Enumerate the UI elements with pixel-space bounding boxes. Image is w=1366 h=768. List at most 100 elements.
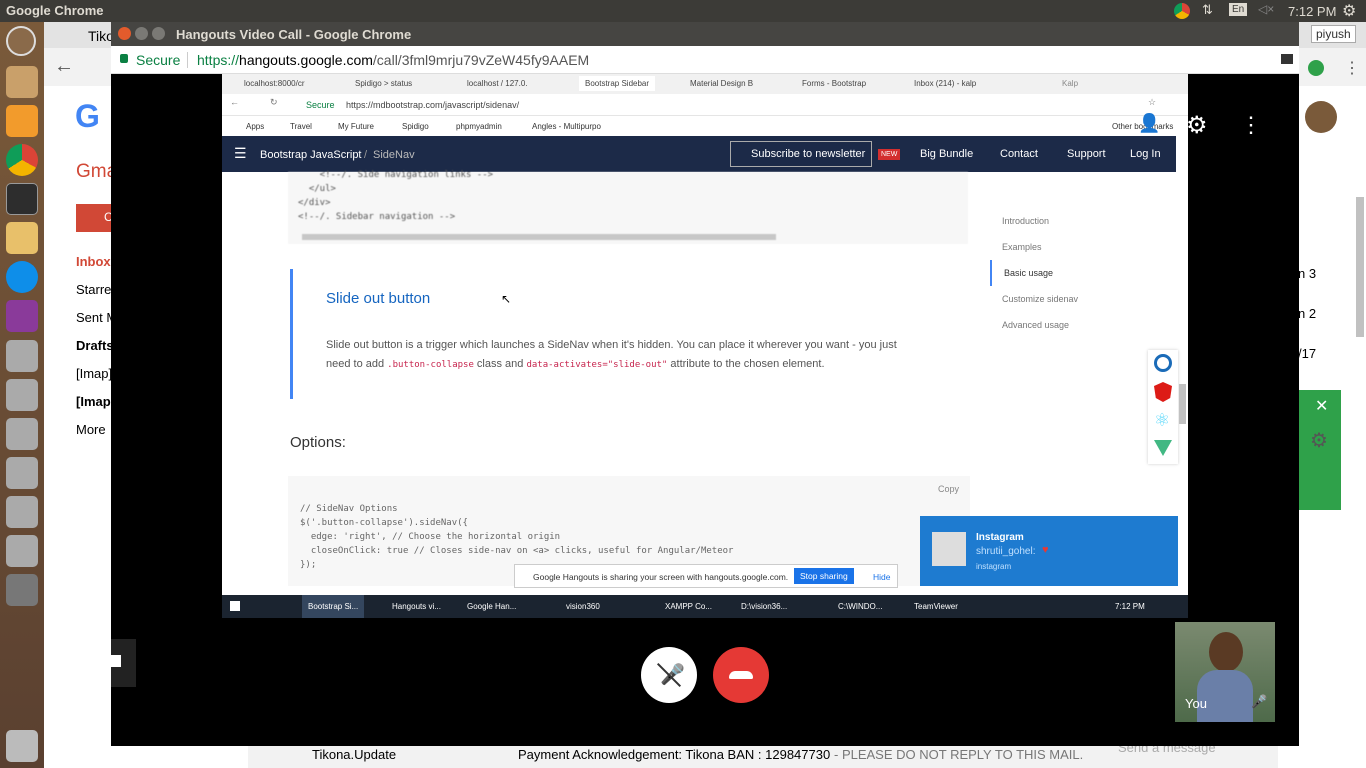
drive-icon-1[interactable] <box>6 340 38 372</box>
mail-subject: Payment Acknowledgement: Tikona BAN : 12… <box>518 747 831 762</box>
shared-tab-6[interactable]: Forms - Bootstrap <box>802 79 866 88</box>
bm-angles[interactable]: Angles - Multipurpo <box>532 122 601 131</box>
support-link[interactable]: Support <box>1067 148 1106 160</box>
window-close-button[interactable] <box>118 27 131 40</box>
shared-tab-7[interactable]: Inbox (214) - kalp <box>914 79 976 88</box>
volume-icon[interactable]: ◁× <box>1258 2 1274 16</box>
close-icon[interactable]: ✕ <box>1315 396 1328 416</box>
page-scrollbar[interactable] <box>1179 384 1186 424</box>
bm-travel[interactable]: Travel <box>290 122 312 131</box>
right-count-2: n 2 <box>1298 306 1317 321</box>
windows-start-icon[interactable] <box>230 601 240 611</box>
shared-tab-3[interactable]: localhost / 127.0. <box>467 79 527 88</box>
back-icon[interactable]: ← <box>54 55 74 78</box>
chrome-tray-icon[interactable] <box>1174 3 1190 19</box>
code-scrollbar[interactable] <box>302 234 776 240</box>
react-icon[interactable]: ⚛ <box>1154 410 1170 431</box>
drive-icon-4[interactable] <box>6 457 38 489</box>
bm-phpmyadmin[interactable]: phpmyadmin <box>456 122 502 131</box>
language-indicator[interactable]: En <box>1229 3 1248 16</box>
shared-tab-9[interactable]: Kalp <box>1062 79 1078 88</box>
text-editor-icon[interactable] <box>6 222 38 254</box>
bm-apps[interactable]: Apps <box>246 122 264 131</box>
chat-toggle-button[interactable] <box>111 639 136 687</box>
big-bundle-link[interactable]: Big Bundle <box>920 148 973 160</box>
camera-icon[interactable] <box>1281 54 1293 64</box>
drive-icon-3[interactable] <box>6 418 38 450</box>
gmail-menu-icon[interactable]: ⋮ <box>1344 58 1360 78</box>
add-people-icon[interactable]: 👤 <box>1138 113 1160 134</box>
terminal-icon[interactable] <box>6 183 38 215</box>
toc-introduction[interactable]: Introduction <box>990 208 1078 234</box>
chrome-launcher-icon[interactable] <box>6 144 38 176</box>
contact-link[interactable]: Contact <box>1000 148 1038 160</box>
breadcrumb-js[interactable]: Bootstrap JavaScript <box>260 149 362 161</box>
trash-icon[interactable] <box>6 730 38 762</box>
clock[interactable]: 7:12 PM <box>1288 4 1336 19</box>
avatar[interactable] <box>1305 101 1337 133</box>
taskbar-item-2[interactable]: Hangouts vi... <box>392 602 441 611</box>
drive-icon-5[interactable] <box>6 496 38 528</box>
taskbar-item-3[interactable]: Google Han... <box>467 602 516 611</box>
taskbar-item-8[interactable]: D:\vision36... <box>741 602 787 611</box>
hang-up-button[interactable] <box>713 647 769 703</box>
url-text[interactable]: https://hangouts.google.com/call/3fml9mr… <box>197 52 589 68</box>
window-minimize-button[interactable] <box>135 27 148 40</box>
breadcrumb-sidenav[interactable]: SideNav <box>373 149 415 161</box>
vue-icon[interactable] <box>1154 440 1172 456</box>
hide-button[interactable]: Hide <box>873 572 890 582</box>
gmail-refresh-icon[interactable] <box>1308 60 1324 76</box>
call-settings-gear-icon[interactable]: ⚙ <box>1186 111 1208 140</box>
self-view[interactable]: You 🎤 <box>1175 622 1275 722</box>
shared-back-icon[interactable]: ← <box>230 97 239 107</box>
instagram-notification[interactable]: Instagram shrutii_gohel: ♥ instagram <box>920 516 1178 586</box>
network-icon[interactable]: ⇅ <box>1202 2 1213 18</box>
drive-icon-2[interactable] <box>6 379 38 411</box>
taskbar-item-10[interactable]: C:\WINDO... <box>838 602 882 611</box>
bm-spidigo[interactable]: Spidigo <box>402 122 429 131</box>
new-badge: NEW <box>878 149 901 160</box>
drive-icon-6[interactable] <box>6 535 38 567</box>
shared-url[interactable]: https://mdbootstrap.com/javascript/siden… <box>346 100 519 110</box>
taskbar-item-1[interactable]: Bootstrap Si... <box>302 595 365 618</box>
window-maximize-button[interactable] <box>152 27 165 40</box>
section-paragraph: Slide out button is a trigger which laun… <box>326 336 966 375</box>
system-gear-icon[interactable]: ⚙ <box>1342 1 1356 21</box>
shared-tab-4[interactable]: Bootstrap Sidebar <box>579 76 656 91</box>
angular-icon[interactable] <box>1154 382 1172 402</box>
code-b-line-4: closeOnClick: true // Closes side-nav on… <box>300 546 734 556</box>
code-b-line-1: // SideNav Options <box>300 504 398 514</box>
shared-reload-icon[interactable]: ↻ <box>270 97 278 108</box>
settings-gear-icon[interactable]: ⚙ <box>1310 428 1328 453</box>
shared-star-icon[interactable]: ☆ <box>1148 97 1156 108</box>
hamburger-icon[interactable]: ☰ <box>234 145 247 162</box>
taskbar-item-7[interactable]: XAMPP Co... <box>665 602 712 611</box>
scrollbar[interactable] <box>1356 197 1364 337</box>
stop-sharing-button[interactable]: Stop sharing <box>794 568 854 584</box>
mute-mic-button[interactable]: 🎤 <box>641 647 697 703</box>
toc-customize[interactable]: Customize sidenav <box>990 286 1078 312</box>
login-link[interactable]: Log In <box>1130 148 1161 160</box>
files-icon[interactable] <box>6 66 38 98</box>
teamviewer-icon[interactable] <box>6 261 38 293</box>
taskbar-item-5[interactable]: vision360 <box>566 602 600 611</box>
shared-tab-2[interactable]: Spidigo > status <box>355 79 412 88</box>
subscribe-button[interactable]: Subscribe to newsletter <box>730 141 873 167</box>
ubuntu-dash-icon[interactable] <box>6 26 36 56</box>
toc-advanced[interactable]: Advanced usage <box>990 312 1078 338</box>
workspace-icon[interactable] <box>6 574 38 606</box>
sublime-icon[interactable] <box>6 105 38 137</box>
profile-label[interactable]: piyush <box>1311 25 1356 43</box>
toc-examples[interactable]: Examples <box>990 234 1078 260</box>
taskbar-item-11[interactable]: TeamViewer <box>914 602 958 611</box>
taskbar-clock[interactable]: 7:12 PM <box>1115 602 1145 611</box>
bm-future[interactable]: My Future <box>338 122 374 131</box>
shared-tab-5[interactable]: Material Design B <box>690 79 753 88</box>
toc-basic-usage[interactable]: Basic usage <box>990 260 1078 286</box>
jquery-icon[interactable] <box>1154 354 1172 372</box>
shared-tab-1[interactable]: localhost:8000/cr <box>244 79 304 88</box>
secure-label: Secure <box>136 52 181 68</box>
screenshot-icon[interactable] <box>6 300 38 332</box>
copy-button[interactable]: Copy <box>938 482 959 496</box>
call-menu-icon[interactable]: ⋮ <box>1240 112 1262 138</box>
